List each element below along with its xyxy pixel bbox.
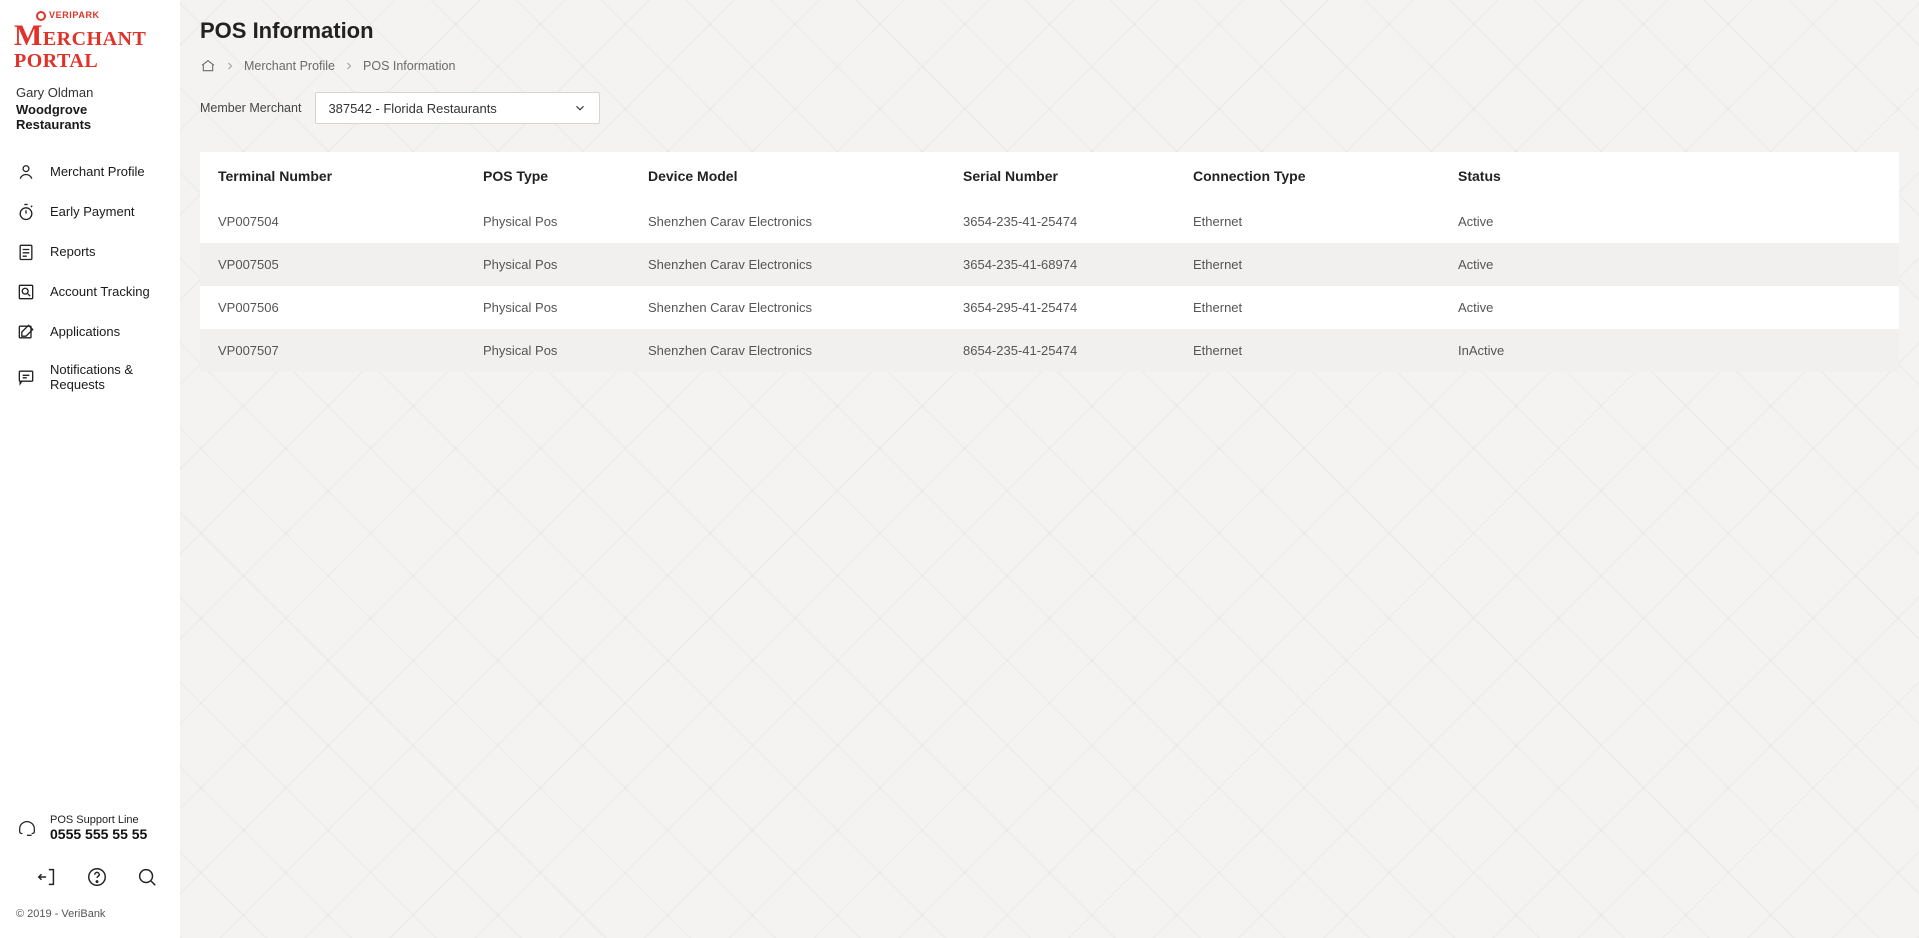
sidebar-item-label: Merchant Profile bbox=[50, 164, 145, 180]
filter-row: Member Merchant 387542 - Florida Restaur… bbox=[200, 92, 1899, 124]
user-org: Woodgrove Restaurants bbox=[16, 102, 164, 132]
main-content: POS Information Merchant Profile POS Inf… bbox=[180, 0, 1919, 938]
breadcrumb-merchant-profile[interactable]: Merchant Profile bbox=[244, 59, 335, 73]
sidebar-item-label: Notifications & Requests bbox=[50, 362, 164, 393]
cell-model: Shenzhen Carav Electronics bbox=[648, 257, 963, 272]
cell-model: Shenzhen Carav Electronics bbox=[648, 214, 963, 229]
cell-type: Physical Pos bbox=[483, 343, 648, 358]
table-body: VP007504Physical PosShenzhen Carav Elect… bbox=[200, 200, 1899, 372]
search-icon[interactable] bbox=[136, 866, 158, 888]
cell-serial: 3654-295-41-25474 bbox=[963, 300, 1193, 315]
sidebar-nav: Merchant Profile Early Payment Reports A… bbox=[0, 152, 180, 403]
cell-status: Active bbox=[1458, 257, 1881, 272]
document-icon bbox=[16, 242, 36, 262]
user-icon bbox=[16, 162, 36, 182]
cell-terminal: VP007506 bbox=[218, 300, 483, 315]
edit-icon bbox=[16, 322, 36, 342]
cell-model: Shenzhen Carav Electronics bbox=[648, 343, 963, 358]
member-merchant-value: 387542 - Florida Restaurants bbox=[328, 101, 496, 116]
logout-icon[interactable] bbox=[36, 866, 58, 888]
col-header-conn[interactable]: Connection Type bbox=[1193, 168, 1458, 184]
stopwatch-icon bbox=[16, 202, 36, 222]
cell-serial: 8654-235-41-25474 bbox=[963, 343, 1193, 358]
col-header-serial[interactable]: Serial Number bbox=[963, 168, 1193, 184]
col-header-type[interactable]: POS Type bbox=[483, 168, 648, 184]
cell-conn: Ethernet bbox=[1193, 300, 1458, 315]
pos-table: Terminal Number POS Type Device Model Se… bbox=[200, 152, 1899, 372]
support-number: 0555 555 55 55 bbox=[50, 826, 147, 842]
col-header-terminal[interactable]: Terminal Number bbox=[218, 168, 483, 184]
sidebar-item-label: Applications bbox=[50, 324, 120, 340]
chevron-right-icon bbox=[224, 60, 236, 72]
chat-icon bbox=[16, 367, 36, 387]
table-row[interactable]: VP007504Physical PosShenzhen Carav Elect… bbox=[200, 200, 1899, 243]
sidebar-item-label: Reports bbox=[50, 244, 96, 260]
cell-status: Active bbox=[1458, 300, 1881, 315]
cell-serial: 3654-235-41-25474 bbox=[963, 214, 1193, 229]
bottom-icons bbox=[0, 860, 180, 900]
sidebar: VERIPARK MERCHANT PORTAL Gary Oldman Woo… bbox=[0, 0, 180, 938]
cell-model: Shenzhen Carav Electronics bbox=[648, 300, 963, 315]
cell-type: Physical Pos bbox=[483, 214, 648, 229]
col-header-status[interactable]: Status bbox=[1458, 168, 1881, 184]
user-block: Gary Oldman Woodgrove Restaurants bbox=[0, 79, 180, 152]
table-row[interactable]: VP007505Physical PosShenzhen Carav Elect… bbox=[200, 243, 1899, 286]
breadcrumb: Merchant Profile POS Information bbox=[200, 58, 1899, 74]
search-doc-icon bbox=[16, 282, 36, 302]
page-title: POS Information bbox=[200, 18, 1899, 44]
cell-terminal: VP007504 bbox=[218, 214, 483, 229]
chevron-right-icon bbox=[343, 60, 355, 72]
brand-top: VERIPARK bbox=[36, 10, 166, 21]
sidebar-item-notifications[interactable]: Notifications & Requests bbox=[0, 352, 180, 403]
user-name: Gary Oldman bbox=[16, 85, 164, 100]
cell-conn: Ethernet bbox=[1193, 257, 1458, 272]
support-block: POS Support Line 0555 555 55 55 bbox=[0, 806, 180, 860]
member-merchant-select[interactable]: 387542 - Florida Restaurants bbox=[315, 92, 600, 124]
cell-terminal: VP007507 bbox=[218, 343, 483, 358]
help-icon[interactable] bbox=[86, 866, 108, 888]
sidebar-item-reports[interactable]: Reports bbox=[0, 232, 180, 272]
breadcrumb-current: POS Information bbox=[363, 59, 455, 73]
cell-serial: 3654-235-41-68974 bbox=[963, 257, 1193, 272]
cell-conn: Ethernet bbox=[1193, 214, 1458, 229]
chevron-down-icon bbox=[573, 101, 587, 115]
sidebar-item-label: Early Payment bbox=[50, 204, 135, 220]
brand-logo: VERIPARK MERCHANT PORTAL bbox=[0, 0, 180, 79]
cell-terminal: VP007505 bbox=[218, 257, 483, 272]
sidebar-item-early-payment[interactable]: Early Payment bbox=[0, 192, 180, 232]
sidebar-item-applications[interactable]: Applications bbox=[0, 312, 180, 352]
headset-icon bbox=[16, 817, 38, 839]
cell-status: InActive bbox=[1458, 343, 1881, 358]
sidebar-item-account-tracking[interactable]: Account Tracking bbox=[0, 272, 180, 312]
cell-type: Physical Pos bbox=[483, 300, 648, 315]
cell-conn: Ethernet bbox=[1193, 343, 1458, 358]
col-header-model[interactable]: Device Model bbox=[648, 168, 963, 184]
cell-status: Active bbox=[1458, 214, 1881, 229]
home-icon[interactable] bbox=[200, 58, 216, 74]
cell-type: Physical Pos bbox=[483, 257, 648, 272]
member-merchant-label: Member Merchant bbox=[200, 101, 301, 115]
brand-top-text: VERIPARK bbox=[49, 10, 100, 20]
table-header: Terminal Number POS Type Device Model Se… bbox=[200, 152, 1899, 200]
brand-main: MERCHANT PORTAL bbox=[14, 21, 166, 71]
support-label: POS Support Line bbox=[50, 814, 147, 826]
sidebar-item-merchant-profile[interactable]: Merchant Profile bbox=[0, 152, 180, 192]
table-row[interactable]: VP007507Physical PosShenzhen Carav Elect… bbox=[200, 329, 1899, 372]
copyright: © 2019 - VeriBank bbox=[0, 900, 180, 928]
table-row[interactable]: VP007506Physical PosShenzhen Carav Elect… bbox=[200, 286, 1899, 329]
sidebar-item-label: Account Tracking bbox=[50, 284, 150, 300]
